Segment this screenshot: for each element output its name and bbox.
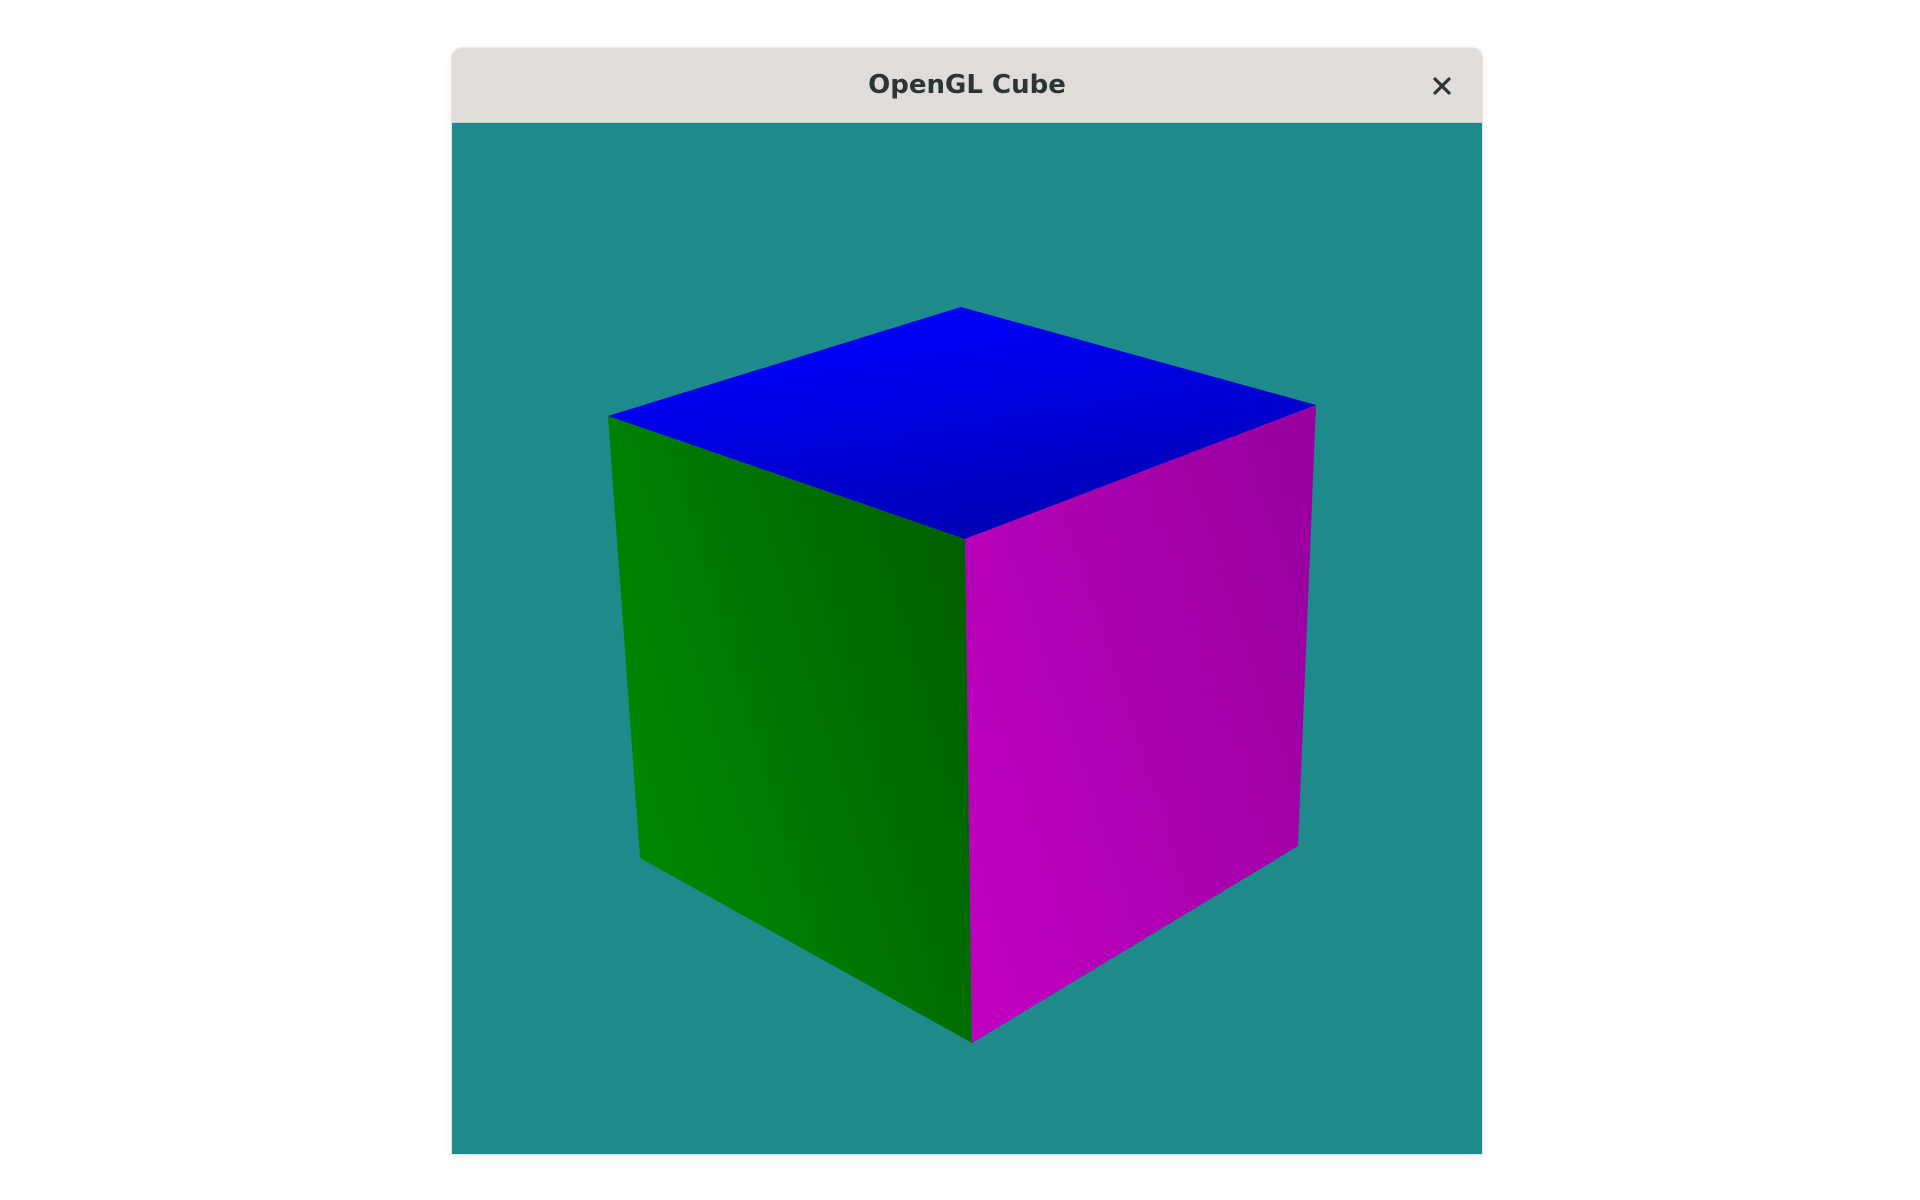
window-title: OpenGL Cube <box>868 70 1066 100</box>
titlebar[interactable]: OpenGL Cube <box>452 48 1482 123</box>
cube-render <box>452 123 1482 1154</box>
gl-viewport[interactable] <box>452 123 1482 1154</box>
app-window: OpenGL Cube <box>452 48 1482 1154</box>
close-button[interactable] <box>1422 66 1462 106</box>
desktop: OpenGL Cube <box>0 0 1920 1200</box>
close-icon <box>1432 76 1452 96</box>
